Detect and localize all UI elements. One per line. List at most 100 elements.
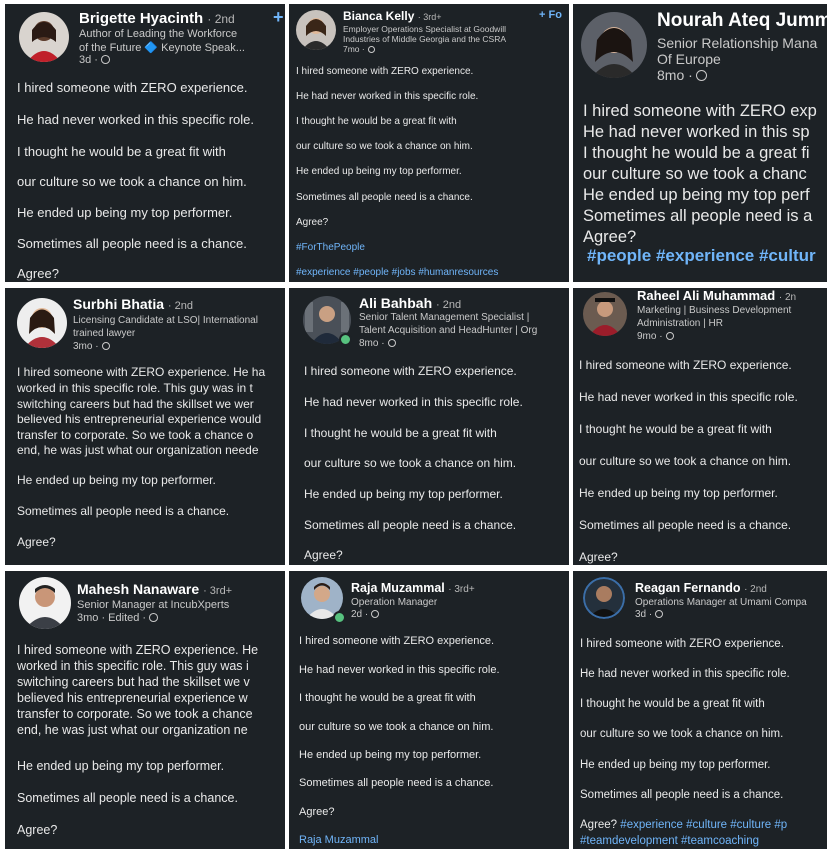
post-line: He had never worked in this specific rol… — [580, 668, 790, 680]
post-line: He had never worked in this specific rol… — [304, 395, 523, 409]
connection-degree: · 2nd — [207, 12, 235, 26]
author-name[interactable]: Surbhi Bhatia · 2nd — [73, 296, 193, 312]
post-line: I hired someone with ZERO experience. He — [17, 643, 259, 657]
post-line: Sometimes all people need is a chance. — [304, 518, 517, 532]
author-headline-line-1: Author of Leading the Workforce — [79, 28, 238, 40]
post-line: I hired someone with ZERO experience. — [579, 358, 792, 372]
post-line: I thought he would be a great fit with — [17, 144, 226, 159]
post-line: Sometimes all people need is a chance. — [580, 789, 784, 801]
post-line: Sometimes all people need is a chance. — [579, 518, 792, 532]
post-line: He ended up being my top performer. — [580, 759, 771, 771]
online-status-dot — [333, 611, 346, 624]
post-line: believed his entrepreneurial experience … — [17, 691, 248, 705]
author-name[interactable]: Raheel Ali Muhammad · 2n — [637, 288, 796, 303]
globe-icon — [371, 610, 380, 618]
avatar[interactable] — [583, 292, 627, 336]
connection-degree: · 2nd — [744, 584, 767, 595]
author-name[interactable]: Reagan Fernando · 2nd — [635, 581, 767, 595]
globe-icon — [100, 55, 110, 64]
author-headline-line-2: Of Europe — [657, 51, 721, 67]
globe-icon — [149, 613, 158, 622]
author-name[interactable]: Nourah Ateq Jumm — [657, 10, 827, 32]
hashtag-line[interactable]: #teamdevelopment #teamcoaching — [580, 835, 759, 847]
post-line: transfer to corporate. So we took a chan… — [17, 707, 253, 721]
follow-button[interactable]: + Fo — [539, 9, 562, 21]
author-name[interactable]: Ali Bahbah · 2nd — [359, 295, 461, 311]
post-card-raja-muzammal: Raja Muzammal · 3rd+ Operation Manager 2… — [289, 571, 569, 849]
post-line: I thought he would be a great fit with — [299, 692, 476, 704]
author-headline-line-2: Administration | HR — [637, 318, 723, 329]
author-headline-line-1: Employer Operations Specialist at Goodwi… — [343, 24, 506, 34]
avatar[interactable] — [19, 577, 71, 629]
connection-degree: · 2n — [778, 292, 797, 303]
globe-icon — [655, 610, 664, 618]
post-line: Agree? — [17, 823, 58, 837]
avatar[interactable] — [581, 12, 647, 78]
post-line: He ended up being my top performer. — [17, 205, 233, 220]
post-line: transfer to corporate. So we took a chan… — [17, 428, 254, 442]
post-line: end, he was just what our organization n… — [17, 443, 259, 457]
post-line: He ended up being my top perf — [583, 186, 810, 204]
hashtag-line[interactable]: #people #experience #cultur — [587, 246, 816, 266]
connection-degree: · 3rd+ — [417, 12, 442, 22]
author-headline-line-2: Industries of Middle Georgia and the CSR… — [343, 34, 507, 44]
author-headline-line-1: Operation Manager — [351, 597, 438, 608]
author-name[interactable]: Bianca Kelly · 3rd+ — [343, 9, 441, 23]
post-line: switching careers but had the skillset w… — [17, 675, 250, 689]
connection-degree: · 3rd+ — [448, 584, 475, 595]
post-line: He ended up being my top performer. — [296, 166, 462, 177]
avatar[interactable] — [17, 298, 67, 348]
author-name[interactable]: Raja Muzammal · 3rd+ — [351, 581, 475, 595]
hashtag-line[interactable]: #ForThePeople — [296, 242, 365, 253]
post-line: Agree? — [579, 550, 618, 564]
globe-icon — [367, 46, 375, 53]
globe-icon — [665, 332, 674, 340]
post-line: our culture so we took a chance on him. — [296, 141, 473, 152]
post-line: our culture so we took a chance on him. — [579, 454, 792, 468]
post-line: Sometimes all people need is a — [583, 207, 813, 225]
post-line: He had never worked in this specific rol… — [17, 112, 255, 127]
post-time: 8mo · — [657, 67, 707, 83]
avatar[interactable] — [19, 12, 69, 62]
post-card-reagan-fernando: Reagan Fernando · 2nd Operations Manager… — [573, 571, 827, 849]
post-line: I thought he would be a great fi — [583, 144, 810, 162]
post-line: Agree? — [296, 217, 329, 228]
author-headline-line-1: Operations Manager at Umami Compa — [635, 597, 807, 608]
globe-icon — [101, 342, 110, 350]
post-line: I thought he would be a great fit with — [580, 698, 765, 710]
post-line: I hired someone with ZERO experience. — [299, 635, 495, 647]
avatar[interactable] — [583, 577, 625, 619]
post-line: Agree? #experience #culture #culture #p — [580, 819, 788, 831]
online-status-dot — [339, 333, 352, 346]
post-line: Sometimes all people need is a chance. — [299, 777, 494, 789]
post-time: 7mo · — [343, 44, 375, 54]
author-headline-line-1: Marketing | Business Development — [637, 305, 792, 316]
post-line: our culture so we took a chance on him. — [580, 728, 784, 740]
post-line: our culture so we took a chance on him. — [299, 721, 494, 733]
post-line: Sometimes all people need is a chance. — [17, 504, 230, 518]
post-card-bianca-kelly: Bianca Kelly · 3rd+ + Fo Employer Operat… — [289, 4, 569, 282]
connection-degree: · 2nd — [167, 300, 193, 312]
post-line: Agree? — [299, 806, 335, 818]
post-time: 3d · — [635, 609, 664, 620]
post-line: I hired someone with ZERO experience. — [296, 66, 474, 77]
author-name[interactable]: Mahesh Nanaware · 3rd+ — [77, 581, 232, 597]
post-line: I hired someone with ZERO experience. — [580, 638, 784, 650]
post-line: Agree? — [583, 228, 637, 246]
post-line: Agree? — [304, 548, 343, 562]
post-time: 3d · — [79, 54, 110, 66]
hashtag-line[interactable]: #experience #people #jobs #humanresource… — [296, 267, 498, 278]
post-card-surbhi-bhatia: Surbhi Bhatia · 2nd Licensing Candidate … — [5, 288, 285, 565]
follow-button[interactable]: + — [273, 7, 284, 28]
post-card-raheel-ali-muhammad: Raheel Ali Muhammad · 2n Marketing | Bus… — [573, 288, 827, 565]
avatar[interactable] — [296, 10, 336, 50]
post-line: worked in this specific role. This guy w… — [17, 381, 253, 395]
hashtag-line[interactable]: #experience #culture #culture #p — [620, 819, 787, 831]
author-name[interactable]: Brigette Hyacinth · 2nd — [79, 10, 235, 27]
post-line: He ended up being my top performer. — [579, 486, 778, 500]
mention-link[interactable]: Raja Muzammal — [299, 834, 378, 846]
post-line: He had never worked in this specific rol… — [299, 664, 500, 676]
author-headline-line-1: Licensing Candidate at LSO| Internationa… — [73, 315, 258, 326]
post-line: I hired someone with ZERO experience. — [304, 364, 517, 378]
post-line: I hired someone with ZERO experience. He… — [17, 365, 266, 379]
